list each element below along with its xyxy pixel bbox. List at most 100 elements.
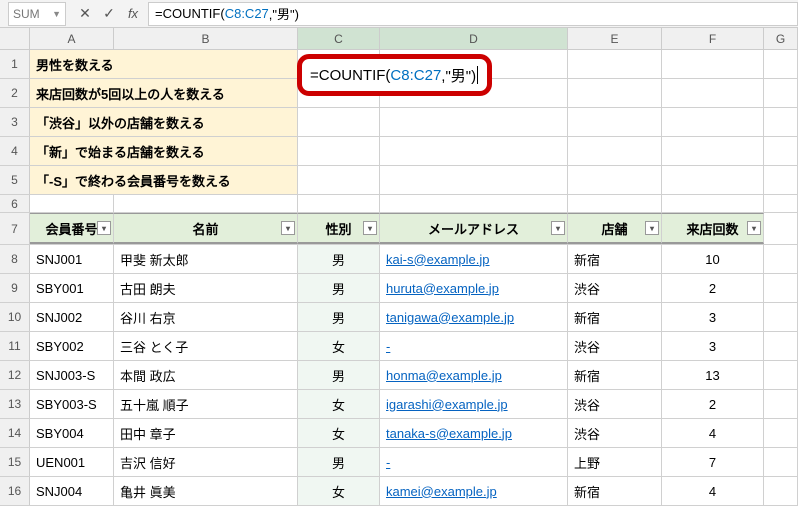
table-header[interactable]: 名前▾ (114, 213, 298, 244)
cell-store[interactable]: 渋谷 (568, 332, 662, 360)
cell-store[interactable]: 新宿 (568, 361, 662, 389)
cell[interactable] (764, 137, 798, 165)
cell-store[interactable]: 新宿 (568, 477, 662, 505)
cell-store[interactable]: 上野 (568, 448, 662, 476)
cell[interactable] (764, 79, 798, 107)
row-header[interactable]: 12 (0, 361, 30, 389)
filter-button[interactable]: ▾ (97, 221, 111, 235)
cell-mail[interactable]: - (380, 448, 568, 476)
row-header[interactable]: 16 (0, 477, 30, 505)
col-header-g[interactable]: G (764, 28, 798, 49)
cell[interactable] (298, 108, 380, 136)
fx-icon[interactable]: fx (124, 6, 142, 21)
cell-mail[interactable]: igarashi@example.jp (380, 390, 568, 418)
cell-mail[interactable]: tanaka-s@example.jp (380, 419, 568, 447)
mail-link[interactable]: kai-s@example.jp (386, 252, 490, 267)
row-header[interactable]: 15 (0, 448, 30, 476)
label-cell[interactable]: 男性を数える (30, 50, 298, 78)
cell-store[interactable]: 渋谷 (568, 390, 662, 418)
cell-mail[interactable]: - (380, 332, 568, 360)
filter-button[interactable]: ▾ (281, 221, 295, 235)
cell-sex[interactable]: 男 (298, 448, 380, 476)
cell-store[interactable]: 渋谷 (568, 274, 662, 302)
cell-id[interactable]: UEN001 (30, 448, 114, 476)
cell-sex[interactable]: 男 (298, 361, 380, 389)
col-header-a[interactable]: A (30, 28, 114, 49)
row-header[interactable]: 7 (0, 213, 30, 244)
cell[interactable] (568, 195, 662, 212)
row-header[interactable]: 1 (0, 50, 30, 78)
cell-name[interactable]: 本間 政広 (114, 361, 298, 389)
cell[interactable] (764, 108, 798, 136)
mail-link[interactable]: huruta@example.jp (386, 281, 499, 296)
table-header[interactable]: 性別▾ (298, 213, 380, 244)
cell[interactable] (568, 108, 662, 136)
row-header[interactable]: 5 (0, 166, 30, 194)
cell[interactable] (764, 361, 798, 389)
cell[interactable] (764, 303, 798, 331)
cell[interactable] (298, 166, 380, 194)
cell[interactable] (380, 108, 568, 136)
cell-id[interactable]: SNJ003-S (30, 361, 114, 389)
row-header[interactable]: 4 (0, 137, 30, 165)
cell[interactable] (298, 195, 380, 212)
sheet-grid[interactable]: =COUNTIF(C8:C27,"男") A B C D E F G 1男性を数… (0, 28, 798, 506)
cell-sex[interactable]: 女 (298, 419, 380, 447)
cancel-icon[interactable]: ✕ (76, 5, 94, 22)
table-header[interactable]: 会員番号▾ (30, 213, 114, 244)
mail-link[interactable]: tanigawa@example.jp (386, 310, 514, 325)
mail-link[interactable]: tanaka-s@example.jp (386, 426, 512, 441)
cell-name[interactable]: 三谷 とく子 (114, 332, 298, 360)
cell-sex[interactable]: 男 (298, 245, 380, 273)
cell-id[interactable]: SNJ002 (30, 303, 114, 331)
mail-link[interactable]: honma@example.jp (386, 368, 502, 383)
cell[interactable] (764, 195, 798, 212)
row-header[interactable]: 13 (0, 390, 30, 418)
cell[interactable] (662, 108, 764, 136)
cell-mail[interactable]: tanigawa@example.jp (380, 303, 568, 331)
cell-name[interactable]: 田中 章子 (114, 419, 298, 447)
col-header-b[interactable]: B (114, 28, 298, 49)
cell[interactable] (662, 195, 764, 212)
row-header[interactable]: 11 (0, 332, 30, 360)
filter-button[interactable]: ▾ (551, 221, 565, 235)
dropdown-icon[interactable]: ▼ (52, 9, 61, 19)
cell-sex[interactable]: 男 (298, 303, 380, 331)
cell-id[interactable]: SNJ004 (30, 477, 114, 505)
row-header[interactable]: 6 (0, 195, 30, 212)
row-header[interactable]: 14 (0, 419, 30, 447)
cell-store[interactable]: 渋谷 (568, 419, 662, 447)
cell-id[interactable]: SBY002 (30, 332, 114, 360)
cell[interactable] (380, 195, 568, 212)
cell-id[interactable]: SBY003-S (30, 390, 114, 418)
cell[interactable] (764, 477, 798, 505)
cell[interactable] (568, 137, 662, 165)
cell-visits[interactable]: 4 (662, 477, 764, 505)
cell-sex[interactable]: 女 (298, 477, 380, 505)
cell[interactable] (568, 79, 662, 107)
cell-visits[interactable]: 7 (662, 448, 764, 476)
cell[interactable] (568, 166, 662, 194)
row-header[interactable]: 9 (0, 274, 30, 302)
cell-mail[interactable]: honma@example.jp (380, 361, 568, 389)
mail-link[interactable]: - (386, 455, 390, 470)
enter-icon[interactable]: ✓ (100, 5, 118, 22)
cell[interactable] (114, 195, 298, 212)
mail-link[interactable]: kamei@example.jp (386, 484, 497, 499)
cell[interactable] (764, 166, 798, 194)
mail-link[interactable]: igarashi@example.jp (386, 397, 508, 412)
cell[interactable] (764, 213, 798, 244)
cell[interactable] (568, 50, 662, 78)
cell-store[interactable]: 新宿 (568, 303, 662, 331)
cell-id[interactable]: SBY004 (30, 419, 114, 447)
cell-id[interactable]: SNJ001 (30, 245, 114, 273)
col-header-e[interactable]: E (568, 28, 662, 49)
label-cell[interactable]: 「新」で始まる店舗を数える (30, 137, 298, 165)
col-header-f[interactable]: F (662, 28, 764, 49)
mail-link[interactable]: - (386, 339, 390, 354)
cell[interactable] (30, 195, 114, 212)
row-header[interactable]: 3 (0, 108, 30, 136)
cell-name[interactable]: 五十嵐 順子 (114, 390, 298, 418)
cell-name[interactable]: 古田 朗夫 (114, 274, 298, 302)
cell-visits[interactable]: 2 (662, 274, 764, 302)
